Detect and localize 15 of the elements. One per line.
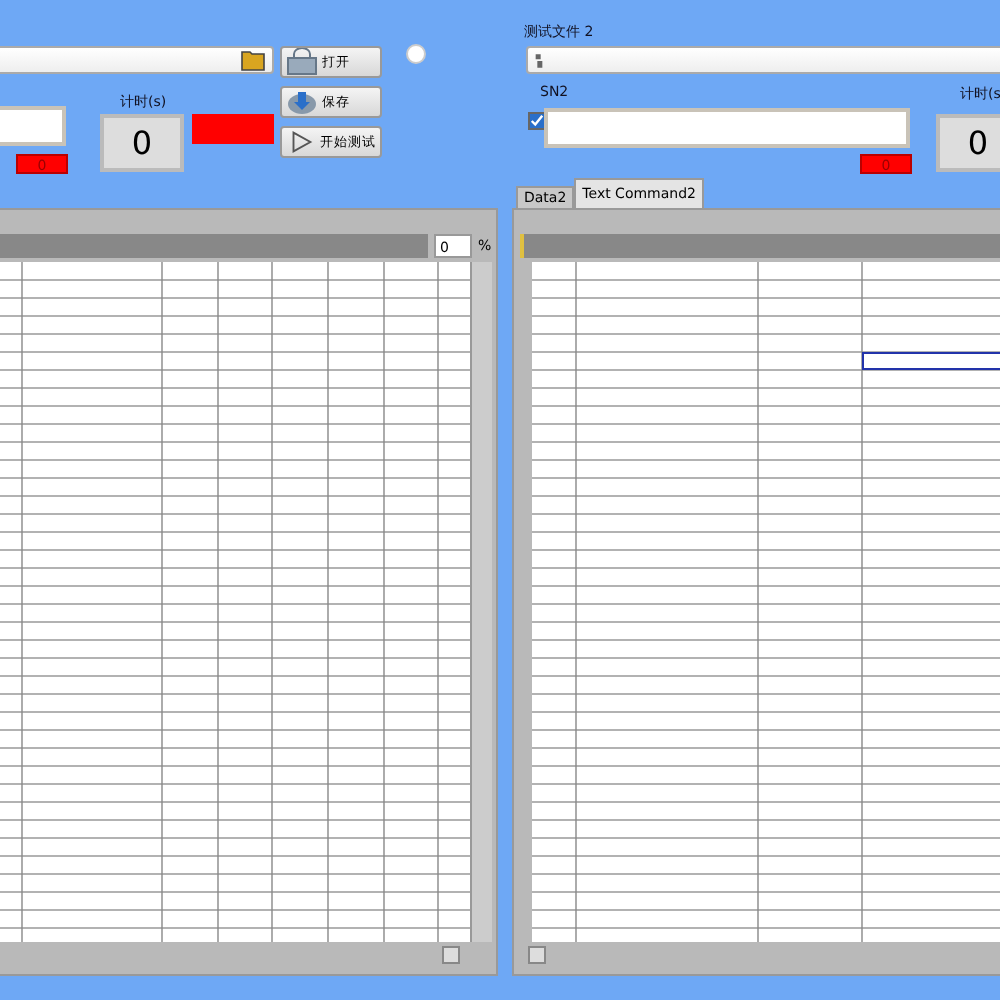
path-field[interactable] <box>0 46 274 74</box>
sn-field[interactable] <box>544 108 910 148</box>
folder-icon[interactable] <box>240 48 268 72</box>
spreadsheet-grid[interactable] <box>532 262 1000 942</box>
download-icon <box>286 88 318 116</box>
timer-display: 0 <box>936 114 1000 172</box>
padlock-icon <box>286 48 318 76</box>
sn-field[interactable] <box>0 106 66 146</box>
status-indicator <box>192 114 274 144</box>
timer-display: 0 <box>100 114 184 172</box>
spreadsheet-grid[interactable] <box>0 262 470 942</box>
path-field[interactable] <box>526 46 1000 74</box>
scroll-right-button[interactable] <box>442 945 460 963</box>
vertical-scrollbar[interactable] <box>470 262 492 942</box>
scroll-left-button[interactable] <box>528 945 546 963</box>
